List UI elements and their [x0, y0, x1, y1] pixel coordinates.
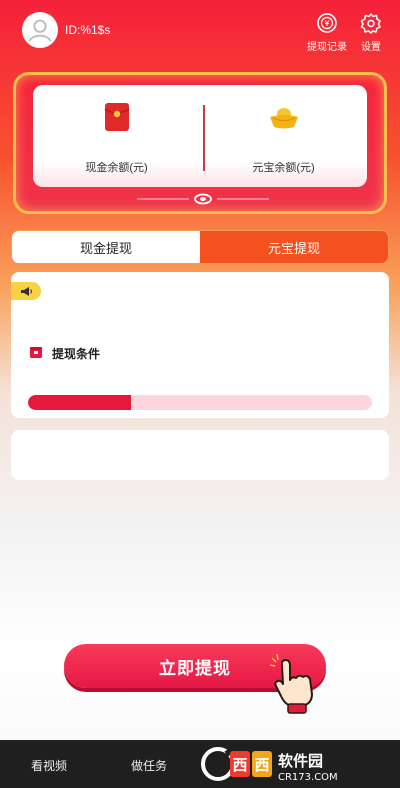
cash-balance: 现金余额(元): [33, 85, 200, 187]
nav-item-watch-video[interactable]: 看视频: [31, 757, 67, 774]
ingot-balance: 元宝余额(元): [200, 85, 367, 187]
pointing-hand-icon: [269, 653, 313, 714]
notice-badge[interactable]: [11, 282, 41, 300]
tab-cash-withdraw[interactable]: 现金提现: [12, 231, 200, 263]
top-bar: ID:%1$s 提现记录 设置: [0, 0, 400, 60]
gold-ingot-icon: [269, 108, 298, 129]
gear-icon: [360, 13, 381, 34]
balance-card: 现金余额(元) 元宝余额(元): [13, 72, 387, 214]
lower-background: [0, 520, 400, 740]
watermark-domain-text: CR173.COM: [278, 772, 338, 783]
conditions-title: 提现条件: [52, 347, 101, 361]
settings-label: 设置: [361, 42, 381, 53]
conditions-progress-fill: [28, 395, 132, 410]
conditions-progress: [28, 395, 372, 410]
settings-button[interactable]: 设置: [349, 12, 393, 53]
nav-item-do-tasks[interactable]: 做任务: [131, 757, 167, 774]
balance-panel: 现金余额(元) 元宝余额(元): [33, 85, 367, 187]
gift-icon: [30, 347, 42, 358]
watermark-char: 西: [232, 756, 247, 774]
empty-info-card: [11, 430, 389, 480]
avatar[interactable]: [22, 12, 58, 48]
megaphone-icon: [20, 286, 32, 296]
avatar-icon: [24, 14, 56, 46]
red-envelope-icon: [104, 103, 129, 131]
ingot-balance-label: 元宝余额(元): [252, 162, 315, 174]
watermark-char: 西: [254, 756, 269, 774]
withdraw-type-tabs: 现金提现 元宝提现: [11, 230, 389, 264]
withdraw-records-label: 提现记录: [307, 42, 347, 53]
cash-balance-label: 现金余额(元): [85, 162, 148, 174]
tab-ingot-withdraw[interactable]: 元宝提现: [200, 231, 388, 263]
watermark-brand-text: 软件园: [278, 752, 323, 770]
user-id: ID:%1$s: [65, 23, 111, 37]
watermark-logo: 西西软件园CR173.COM: [201, 747, 338, 783]
record-coin-icon: [317, 13, 337, 33]
ornament-divider: [137, 193, 269, 205]
withdraw-records-button[interactable]: 提现记录: [305, 12, 349, 53]
withdraw-conditions-card: 提现条件: [11, 272, 389, 418]
